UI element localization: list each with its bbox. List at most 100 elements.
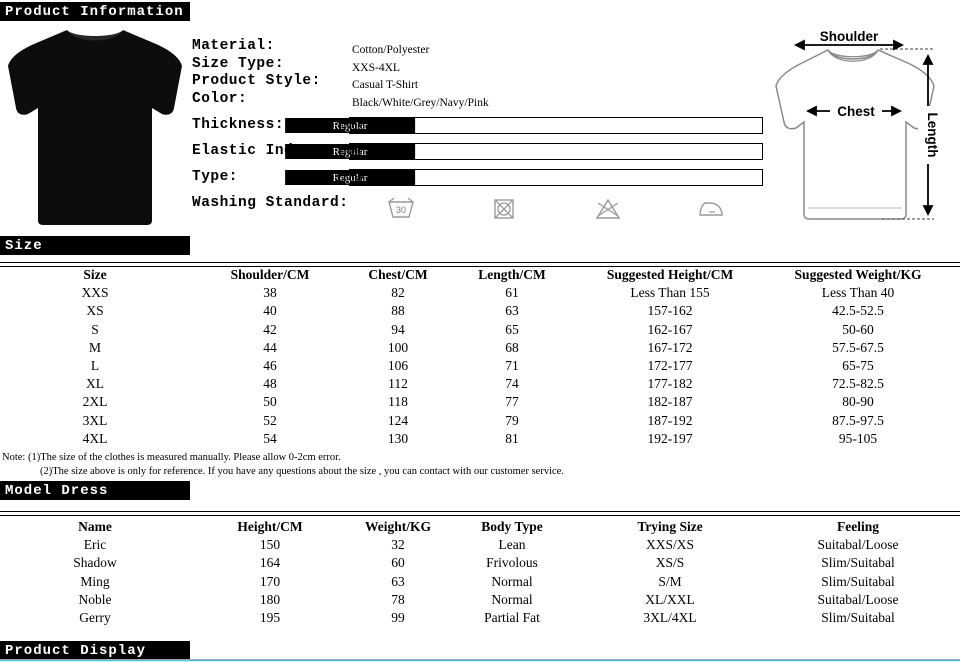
thickness-option-group[interactable]: Thin Regular Thick [285, 117, 763, 134]
table-cell: 94 [391, 321, 405, 337]
column-header: Height/CM [237, 519, 303, 534]
table-cell: 195 [259, 609, 281, 625]
table-cell: 65 [505, 321, 519, 337]
model-table-row: Eric 150 32 Lean XXS/XS Suitabal/Loose [0, 537, 960, 555]
section-header-model-dress: Model Dress [0, 481, 190, 500]
product-photo-tshirt [4, 22, 186, 227]
table-cell: 32 [391, 537, 405, 553]
column-header: Suggested Height/CM [606, 267, 734, 282]
elastic-option-group[interactable]: Inelastic Regular High [285, 143, 763, 160]
table-cell: Suitabal/Loose [817, 537, 899, 553]
table-cell: 54 [263, 430, 277, 446]
table-cell: 63 [391, 573, 405, 589]
column-header: Chest/CM [368, 267, 428, 282]
table-cell: M [88, 339, 102, 355]
table-header-row: Name Height/CM Weight/KG Body Type Trying Si… [0, 519, 960, 537]
table-header-row: Size Shoulder/CM Chest/CM Length/CM Suggeste… [0, 267, 960, 285]
table-cell: 61 [505, 285, 519, 301]
table-cell: S/M [658, 573, 682, 589]
size-table-row: 2XL 50 118 77 182-187 80-90 [0, 394, 960, 412]
section-header-label: Size [5, 237, 43, 254]
wash-temp-text: 30 [396, 205, 406, 215]
size-table-row: 4XL 54 130 81 192-197 95-105 [0, 431, 960, 449]
table-cell: Less Than 40 [821, 285, 895, 301]
table-cell: XL [86, 376, 104, 392]
table-cell: 42 [263, 321, 277, 337]
table-cell: 150 [259, 537, 281, 553]
table-cell: 63 [505, 303, 519, 319]
table-cell: 88 [391, 303, 405, 319]
table-cell: 167-172 [647, 339, 693, 355]
size-table-row: S 42 94 65 162-167 50-60 [0, 322, 960, 340]
elastic-option-high[interactable]: High [258, 144, 441, 159]
table-cell: Normal [491, 591, 533, 607]
spec-label-size-type: Size Type: [192, 55, 285, 72]
column-header: Weight/KG [364, 519, 432, 534]
table-cell: XS [86, 303, 104, 319]
model-dress-table: Name Height/CM Weight/KG Body Type Trying Si… [0, 519, 960, 628]
table-cell: 46 [263, 357, 277, 373]
section-header-product-information: Product Information [0, 2, 190, 21]
table-cell: Gerry [79, 609, 111, 625]
iron-icon [660, 193, 764, 225]
model-table-row: Shadow 164 60 Frivolous XS/S Slim/Suitabal [0, 555, 960, 573]
column-header: Size [83, 267, 107, 282]
table-cell: XL/XXL [645, 591, 695, 607]
table-cell: 112 [388, 376, 408, 392]
section-header-product-display: Product Display [0, 641, 190, 660]
thickness-option-thick[interactable]: Thick [258, 118, 441, 133]
do-not-tumble-dry-icon [453, 193, 557, 225]
table-cell: 65-75 [842, 357, 874, 373]
table-cell: 95-105 [838, 430, 878, 446]
diagram-label-chest: Chest [837, 104, 875, 119]
type-option-loose[interactable]: Loose [258, 170, 441, 185]
type-option-group[interactable]: Slim Regular Loose [285, 169, 763, 186]
spec-value-material: Cotton/Polyester [352, 44, 430, 56]
table-cell: 68 [505, 339, 519, 355]
column-header: Feeling [837, 519, 879, 534]
table-cell: 130 [387, 430, 409, 446]
spec-label-color: Color: [192, 90, 248, 107]
size-table-row: XS 40 88 63 157-162 42.5-52.5 [0, 303, 960, 321]
section-header-label: Product Information [5, 3, 184, 20]
table-cell: 48 [263, 376, 277, 392]
table-cell: Normal [491, 573, 533, 589]
table-cell: 124 [387, 412, 409, 428]
table-cell: 50 [263, 394, 277, 410]
spec-value-color: Black/White/Grey/Navy/Pink [352, 96, 489, 109]
table-cell: 74 [505, 376, 519, 392]
do-not-bleach-icon [556, 193, 660, 225]
table-cell: 82 [391, 285, 405, 301]
model-table-row: Gerry 195 99 Partial Fat 3XL/4XL Slim/Suitaba… [0, 610, 960, 628]
column-header: Trying Size [637, 519, 703, 534]
table-cell: 177-182 [647, 376, 693, 392]
size-table-row: XXS 38 82 61 Less Than 155 Less Than 40 [0, 285, 960, 303]
washing-symbol-row: 30 [349, 193, 763, 225]
table-cell: 78 [391, 591, 405, 607]
spec-value-product-style: Casual T-Shirt [352, 79, 419, 91]
table-cell: 60 [391, 555, 405, 571]
table-cell: Less Than 155 [630, 285, 710, 301]
table-cell: 38 [263, 285, 277, 301]
accent-divider [0, 659, 960, 661]
table-cell: 100 [387, 339, 409, 355]
size-table-row: XL 48 112 74 177-182 72.5-82.5 [0, 376, 960, 394]
table-cell: Frivolous [486, 555, 538, 571]
table-cell: 106 [387, 357, 409, 373]
table-cell: Lean [498, 537, 526, 553]
spec-label-material: Material: [192, 38, 275, 54]
table-cell: 170 [259, 573, 281, 589]
spec-value-size-type: XXS-4XL [352, 61, 400, 74]
table-cell: Noble [78, 591, 112, 607]
table-cell: Suitabal/Loose [817, 591, 899, 607]
spec-label-washing-standard: Washing Standard: [192, 194, 349, 211]
table-cell: 99 [391, 609, 405, 625]
table-cell: 71 [505, 357, 519, 373]
spec-value-list: Cotton/Polyester XXS-4XL Casual T-Shirt … [352, 42, 489, 112]
table-cell: 72.5-82.5 [832, 376, 884, 392]
table-cell: XXS [81, 285, 109, 301]
table-cell: 50-60 [842, 321, 874, 337]
column-header: Name [78, 519, 112, 534]
table-cell: Ming [80, 573, 110, 589]
column-header: Suggested Weight/KG [794, 267, 922, 282]
